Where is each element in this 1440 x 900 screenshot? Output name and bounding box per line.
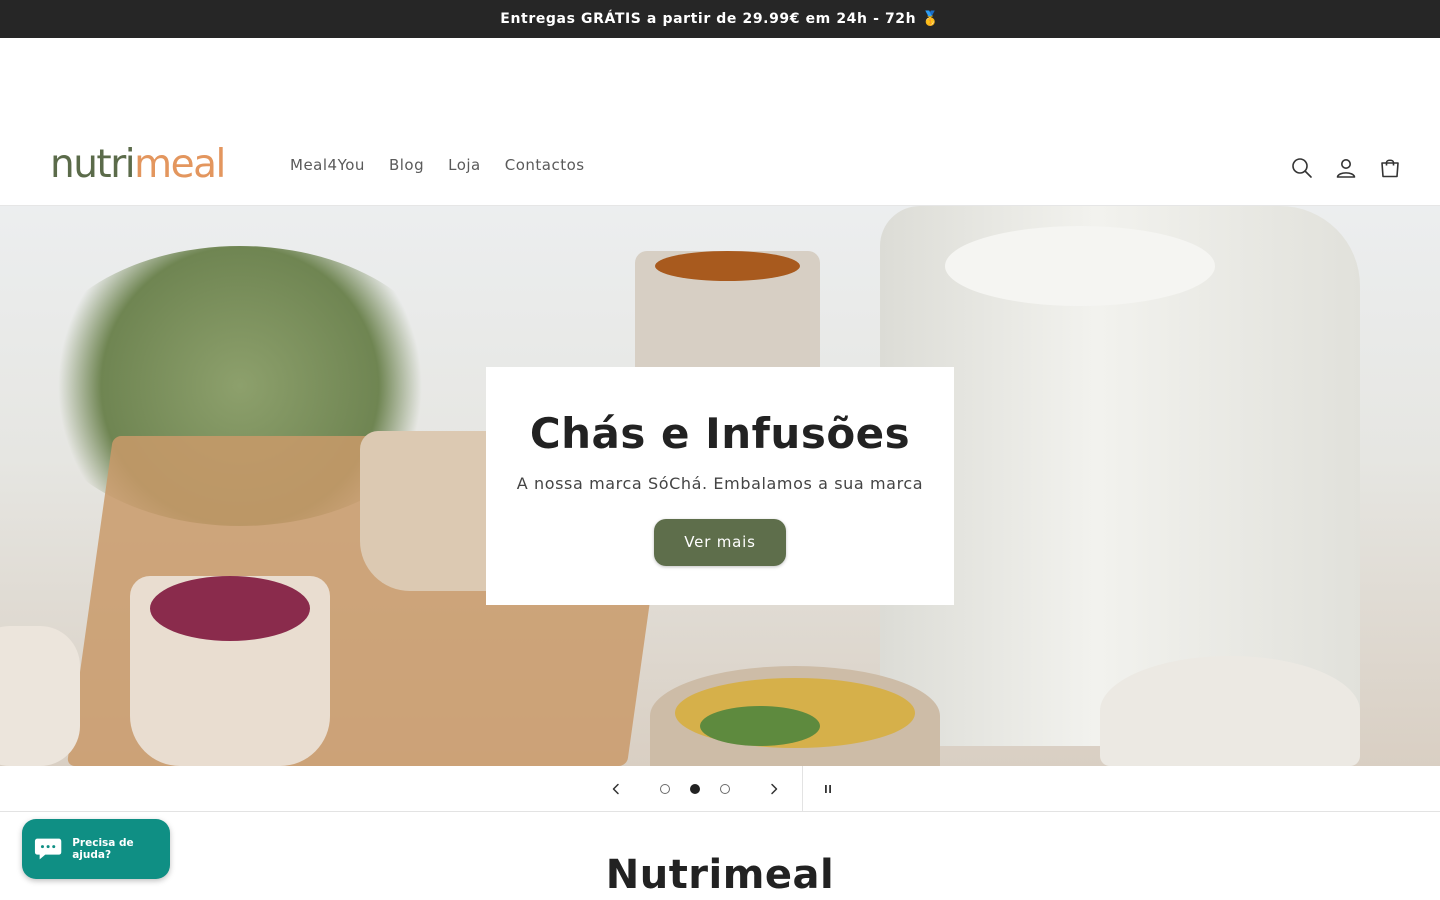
nav-link-meal4you[interactable]: Meal4You (290, 156, 365, 174)
chevron-right-icon (771, 783, 778, 795)
chat-widget-button[interactable]: Precisa de ajuda? (22, 819, 170, 879)
search-icon (1292, 158, 1312, 178)
hero-title: Chás e Infusões (529, 409, 911, 458)
slide-dot-2[interactable] (690, 784, 700, 794)
hero-text-card: Chás e Infusões A nossa marca SóChá. Emb… (486, 367, 954, 605)
header-icons (1290, 150, 1402, 186)
chat-icon (34, 838, 62, 860)
announcement-text: Entregas GRÁTIS a partir de 29.99€ em 24… (500, 11, 940, 27)
slideshow-controls (0, 766, 1440, 812)
pause-icon (825, 785, 831, 793)
hero-cta-button[interactable]: Ver mais (654, 519, 786, 566)
search-button[interactable] (1290, 150, 1314, 186)
hero-subtitle: A nossa marca SóChá. Embalamos a sua mar… (516, 474, 924, 493)
site-logo[interactable]: nutri meal (50, 142, 226, 192)
main-nav: Meal4You Blog Loja Contactos (290, 156, 585, 174)
slide-dot-1[interactable] (660, 784, 670, 794)
account-icon (1336, 159, 1356, 178)
logo-text-nutri: nutri (50, 142, 136, 187)
nav-link-contactos[interactable]: Contactos (505, 156, 585, 174)
chevron-left-icon (612, 783, 619, 795)
nav-link-blog[interactable]: Blog (389, 156, 424, 174)
section-title: Nutrimeal (605, 852, 835, 898)
next-slide-button[interactable] (763, 778, 785, 800)
pause-slideshow-button[interactable] (818, 779, 838, 799)
controls-divider (802, 766, 803, 812)
cart-icon (1381, 159, 1399, 178)
announcement-bar: Entregas GRÁTIS a partir de 29.99€ em 24… (0, 0, 1440, 38)
chat-label: Precisa de ajuda? (72, 837, 134, 861)
previous-slide-button[interactable] (605, 778, 627, 800)
logo-text-meal: meal (134, 142, 226, 187)
nav-link-loja[interactable]: Loja (448, 156, 481, 174)
site-header: nutri meal Meal4You Blog Loja Contactos (0, 128, 1440, 206)
hero-slideshow: Chás e Infusões A nossa marca SóChá. Emb… (0, 206, 1440, 766)
cart-button[interactable] (1378, 150, 1402, 186)
account-button[interactable] (1334, 150, 1358, 186)
slide-dot-3[interactable] (720, 784, 730, 794)
